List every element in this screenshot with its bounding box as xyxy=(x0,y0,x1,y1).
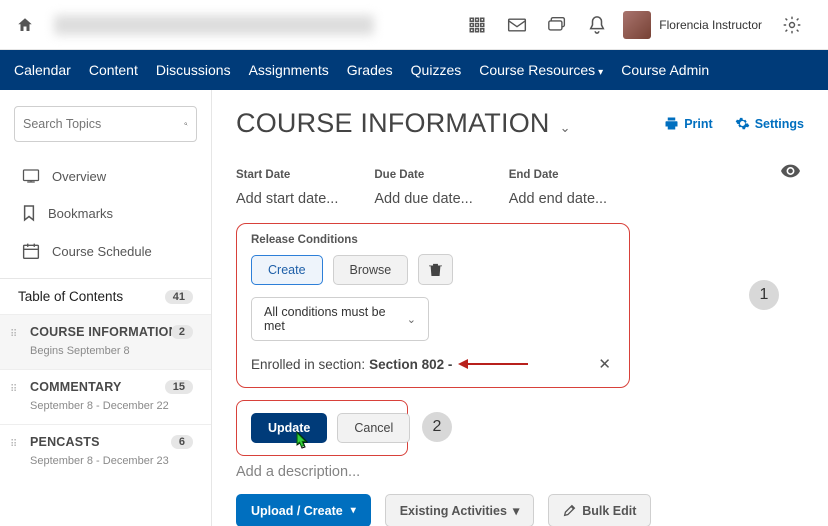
annotation-1: 1 xyxy=(749,280,779,310)
nav-quizzes[interactable]: Quizzes xyxy=(411,62,462,78)
calendar-icon xyxy=(22,242,40,260)
apps-icon[interactable] xyxy=(461,9,493,41)
due-date[interactable]: Due Date Add due date... xyxy=(374,169,472,207)
drag-handle-icon[interactable]: ⠿ xyxy=(10,329,18,340)
settings-icon xyxy=(735,116,750,131)
gear-icon[interactable] xyxy=(776,9,808,41)
update-panel: Update Cancel xyxy=(236,400,408,456)
username[interactable]: Florencia Instructor xyxy=(659,18,762,32)
search-topics[interactable] xyxy=(14,106,197,142)
visibility-icon[interactable] xyxy=(781,164,800,178)
search-icon xyxy=(184,116,188,132)
add-description[interactable]: Add a description... xyxy=(236,464,804,480)
trash-icon xyxy=(429,262,442,277)
sidebar-bookmarks[interactable]: Bookmarks xyxy=(0,194,211,232)
start-date[interactable]: Start Date Add start date... xyxy=(236,169,338,207)
browse-button[interactable]: Browse xyxy=(333,255,409,285)
chevron-down-icon: ⌄ xyxy=(407,313,416,326)
annotation-2: 2 xyxy=(422,412,452,442)
search-input[interactable] xyxy=(23,117,184,131)
navbar: Calendar Content Discussions Assignments… xyxy=(0,50,828,90)
print-icon xyxy=(664,116,679,131)
end-date[interactable]: End Date Add end date... xyxy=(509,169,607,207)
chevron-down-icon: ▾ xyxy=(351,505,356,516)
print-button[interactable]: Print xyxy=(664,116,712,131)
module-pencasts[interactable]: ⠿ PENCASTS September 8 - December 23 6 xyxy=(0,424,211,479)
nav-content[interactable]: Content xyxy=(89,62,138,78)
condition-section: Section 802 - xyxy=(369,357,452,372)
chevron-down-icon[interactable]: ⌄ xyxy=(560,120,571,135)
mail-icon[interactable] xyxy=(501,9,533,41)
condition-text: Enrolled in section: xyxy=(251,357,365,372)
page-title[interactable]: COURSE INFORMATION⌄ xyxy=(236,108,571,139)
release-conditions-panel: Release Conditions Create Browse All con… xyxy=(236,223,630,388)
pencil-icon xyxy=(563,504,576,517)
nav-assignments[interactable]: Assignments xyxy=(249,62,329,78)
annotation-arrow-icon xyxy=(458,358,528,370)
overview-icon xyxy=(22,168,40,184)
sidebar-overview[interactable]: Overview xyxy=(0,158,211,194)
nav-grades[interactable]: Grades xyxy=(347,62,393,78)
messages-icon[interactable] xyxy=(541,9,573,41)
settings-button[interactable]: Settings xyxy=(735,116,804,131)
upload-create-button[interactable]: Upload / Create▾ xyxy=(236,494,371,526)
module-commentary[interactable]: ⠿ COMMENTARY September 8 - December 22 1… xyxy=(0,369,211,424)
toc-header[interactable]: Table of Contents 41 xyxy=(0,278,211,314)
module-course-information[interactable]: ⠿ COURSE INFORMATION Begins September 8 … xyxy=(0,314,211,369)
update-button[interactable]: Update xyxy=(251,413,327,443)
drag-handle-icon[interactable]: ⠿ xyxy=(10,384,18,395)
remove-condition-icon[interactable]: ✕ xyxy=(594,355,615,373)
cursor-icon xyxy=(291,431,311,455)
nav-discussions[interactable]: Discussions xyxy=(156,62,231,78)
delete-button[interactable] xyxy=(418,254,453,285)
toc-badge: 41 xyxy=(165,290,193,304)
avatar[interactable] xyxy=(623,11,651,39)
nav-calendar[interactable]: Calendar xyxy=(14,62,71,78)
conditions-select[interactable]: All conditions must be met ⌄ xyxy=(251,297,429,341)
notifications-icon[interactable] xyxy=(581,9,613,41)
cancel-button[interactable]: Cancel xyxy=(337,413,410,443)
existing-activities-button[interactable]: Existing Activities▾ xyxy=(385,494,535,526)
bookmark-icon xyxy=(22,204,36,222)
drag-handle-icon[interactable]: ⠿ xyxy=(10,439,18,450)
nav-courseadmin[interactable]: Course Admin xyxy=(621,62,709,78)
nav-courseresources[interactable]: Course Resources▾ xyxy=(479,62,603,78)
bulk-edit-button[interactable]: Bulk Edit xyxy=(548,494,651,526)
home-icon[interactable] xyxy=(16,16,38,34)
create-button[interactable]: Create xyxy=(251,255,323,285)
chevron-down-icon: ▾ xyxy=(513,503,519,518)
course-title-blurred xyxy=(54,15,374,35)
sidebar-schedule[interactable]: Course Schedule xyxy=(0,232,211,270)
